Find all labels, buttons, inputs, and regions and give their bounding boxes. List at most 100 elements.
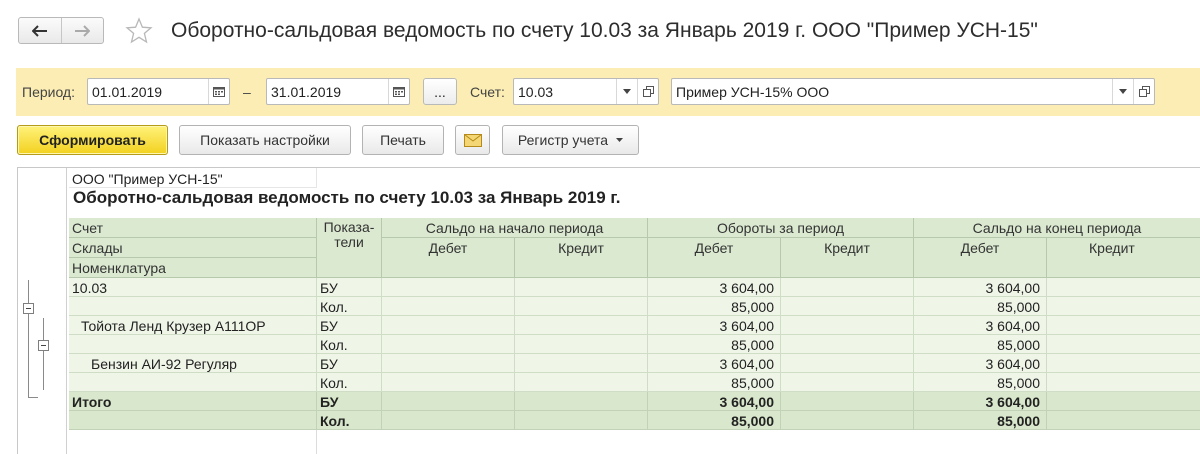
total-cell: 85,000 [648,411,781,430]
table-cell: 3 604,00 [914,316,1047,335]
table-cell [382,373,515,392]
total-cell: 85,000 [914,411,1047,430]
row-name [69,297,317,316]
table-cell [515,297,648,316]
header-nomenclature: Номенклатура [69,258,317,278]
table-cell: 3 604,00 [648,316,781,335]
table-cell [382,354,515,373]
total-cell [382,411,515,430]
star-icon [125,17,153,44]
print-button[interactable]: Печать [362,125,444,155]
table-cell [515,316,648,335]
show-settings-button[interactable]: Показать настройки [179,125,351,155]
collapse-toggle-item[interactable] [38,340,49,351]
header-opening-credit: Кредит [515,238,648,278]
date-from-field[interactable]: 01.01.2019 [87,78,230,105]
account-field[interactable]: 10.03 [513,78,659,105]
calendar-from-button[interactable] [208,79,229,104]
total-cell [781,411,914,430]
header-turnover-debit: Дебет [648,238,781,278]
envelope-icon [463,133,482,147]
report-org: ООО "Пример УСН-15" [69,168,317,188]
table-cell [1047,373,1200,392]
total-cell [382,392,515,411]
table-cell [781,278,914,297]
row-indicator: БУ [317,354,382,373]
collapse-toggle-account[interactable] [23,303,34,314]
period-select-button[interactable]: ... [423,78,457,105]
table-cell [781,297,914,316]
header-closing-balance: Сальдо на конец периода [914,218,1200,238]
arrow-right-icon [75,24,91,37]
total-label [69,411,317,430]
page-title: Оборотно-сальдовая ведомость по счету 10… [171,19,1038,42]
organization-value: Пример УСН-15% ООО [676,84,830,100]
header-closing-credit: Кредит [1047,238,1200,278]
table-cell: 85,000 [648,373,781,392]
header-turnover: Обороты за период [648,218,914,238]
table-cell: 85,000 [648,335,781,354]
report-area: ООО "Пример УСН-15" Оборотно-сальдовая в… [17,167,1200,454]
table-cell [382,316,515,335]
table-cell [1047,335,1200,354]
chevron-down-icon [1119,89,1127,94]
chevron-down-icon [616,138,624,142]
table-cell: 3 604,00 [648,278,781,297]
date-to-field[interactable]: 31.01.2019 [266,78,410,105]
organization-field[interactable]: Пример УСН-15% ООО [671,78,1155,105]
total-cell [1047,411,1200,430]
table-cell [382,278,515,297]
header-opening-balance: Сальдо на начало периода [382,218,648,238]
row-indicator: Кол. [317,297,382,316]
table-cell: 85,000 [914,373,1047,392]
register-label: Регистр учета [517,132,609,148]
register-dropdown-button[interactable]: Регистр учета [502,125,639,155]
header-warehouses: Склады [69,238,317,258]
header-turnover-credit: Кредит [781,238,914,278]
open-window-icon [1138,86,1150,97]
table-cell [515,278,648,297]
table-cell [1047,278,1200,297]
calendar-to-button[interactable] [388,79,409,104]
favorite-button[interactable] [125,17,153,48]
table-cell: 85,000 [648,297,781,316]
table-cell: 85,000 [914,335,1047,354]
account-value: 10.03 [518,84,554,100]
row-indicator: Кол. [317,335,382,354]
account-dropdown-button[interactable] [616,79,637,104]
total-cell: 3 604,00 [648,392,781,411]
report-title: Оборотно-сальдовая ведомость по счету 10… [73,188,621,207]
row-indicator: БУ [317,316,382,335]
table-cell [1047,354,1200,373]
date-from-value: 01.01.2019 [92,84,163,100]
arrow-left-icon [31,24,47,37]
total-label: Итого [69,392,317,411]
row-name [69,373,317,392]
forward-button[interactable] [60,18,104,43]
header-indicators-line1: Показа- [323,219,375,235]
header-account: Счет [69,218,317,238]
table-cell [1047,316,1200,335]
table-cell [781,316,914,335]
row-indicator: БУ [317,278,382,297]
send-email-button[interactable] [455,125,490,155]
back-button[interactable] [19,18,61,43]
table-cell [781,335,914,354]
table-cell [515,354,648,373]
total-indicator: Кол. [317,411,382,430]
organization-open-button[interactable] [1133,79,1154,104]
table-cell [382,297,515,316]
table-cell [1047,297,1200,316]
total-cell [781,392,914,411]
header-opening-debit: Дебет [382,238,515,278]
account-open-button[interactable] [637,79,658,104]
row-name [69,335,317,354]
organization-dropdown-button[interactable] [1112,79,1133,104]
window-header: Оборотно-сальдовая ведомость по счету 10… [0,0,1200,62]
total-cell [1047,392,1200,411]
table-cell [382,335,515,354]
generate-button[interactable]: Сформировать [17,125,168,155]
header-indicators-line2: тели [334,234,364,250]
empty-area [69,430,317,454]
header-indicators: Показа- тели [317,218,382,278]
